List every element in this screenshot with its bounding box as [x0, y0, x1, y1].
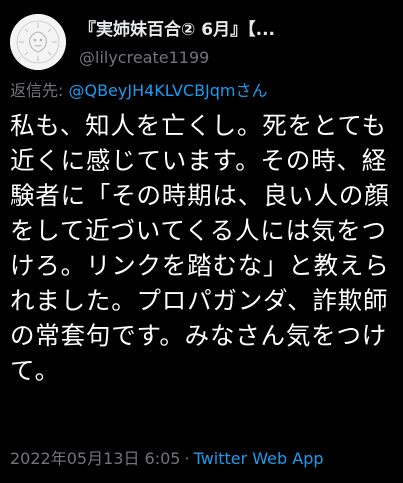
reply-prefix: 返信先: [10, 81, 69, 100]
username[interactable]: @lilycreate1199 [79, 47, 393, 69]
source-link[interactable]: Twitter Web App [194, 449, 324, 468]
tweet-text: 私も、知人を亡くし。死をとても近くに感じています。その時、経験者に「その時期は、… [10, 111, 390, 385]
meta-separator: · [184, 449, 190, 468]
avatar[interactable] [10, 14, 66, 70]
author-names: 『実姉妹百合② 6月』【... @lilycreate1199 [79, 18, 393, 69]
tweet-meta: 2022年05月13日 6:05 · Twitter Web App [10, 448, 324, 470]
timestamp[interactable]: 2022年05月13日 6:05 [10, 449, 180, 468]
reply-target-link[interactable]: @QBeyJH4KLVCBJqmさん [68, 81, 267, 100]
tweet-card: 『実姉妹百合② 6月』【... @lilycreate1199 返信先: @QB… [0, 0, 403, 483]
avatar-icon [10, 14, 66, 70]
display-name[interactable]: 『実姉妹百合② 6月』【... [79, 18, 393, 42]
tweet-header: 『実姉妹百合② 6月』【... @lilycreate1199 [10, 14, 393, 70]
reply-to-line: 返信先: @QBeyJH4KLVCBJqmさん [10, 80, 268, 102]
